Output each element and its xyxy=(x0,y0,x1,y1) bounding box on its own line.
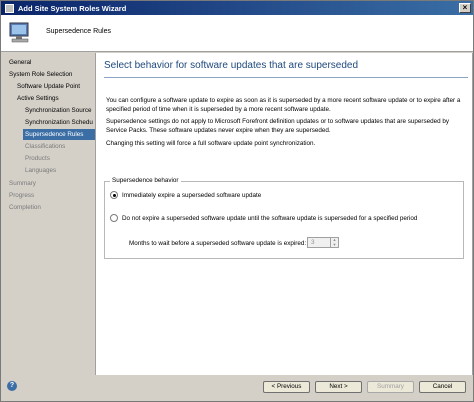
description-paragraph-2: Supersedence settings do not apply to Mi… xyxy=(106,118,450,134)
wizard-header: Supersedence Rules xyxy=(1,15,473,52)
group-legend: Supersedence behavior xyxy=(110,177,181,184)
summary-button[interactable]: Summary xyxy=(367,381,414,393)
sidebar-item-classifications[interactable]: Classifications xyxy=(25,141,93,152)
sidebar-item-completion[interactable]: Completion xyxy=(9,202,93,213)
sidebar-item-languages[interactable]: Languages xyxy=(25,165,93,176)
computer-icon xyxy=(9,22,29,43)
window-icon xyxy=(5,3,14,13)
sidebar-item-supersedence-rules[interactable]: Supersedence Rules xyxy=(23,129,95,140)
radio-delay-expire[interactable] xyxy=(110,214,118,222)
header-title: Supersedence Rules xyxy=(46,28,111,35)
stepper-down-icon[interactable]: ▼ xyxy=(331,242,338,248)
description-paragraph-3: Changing this setting will force a full … xyxy=(106,140,316,147)
sidebar-item-system-role-selection[interactable]: System Role Selection xyxy=(9,69,93,80)
months-label: Months to wait before a superseded softw… xyxy=(129,240,307,247)
page-title: Select behavior for software updates tha… xyxy=(104,60,359,71)
sidebar-item-synchronization-schedule[interactable]: Synchronization Schedule xyxy=(25,117,93,128)
previous-button[interactable]: < Previous xyxy=(263,381,310,393)
sidebar-item-progress[interactable]: Progress xyxy=(9,190,93,201)
option-delay-expire-label: Do not expire a superseded software upda… xyxy=(122,214,418,222)
option-delay-expire[interactable]: Do not expire a superseded software upda… xyxy=(110,214,417,222)
wizard-footer: ? < Previous Next > Summary Cancel xyxy=(7,375,473,401)
supersedence-behavior-group: Supersedence behavior Immediately expire… xyxy=(104,177,464,259)
wizard-window: Add Site System Roles Wizard × Supersede… xyxy=(0,0,474,402)
sidebar-item-software-update-point[interactable]: Software Update Point xyxy=(17,81,93,92)
next-button[interactable]: Next > xyxy=(315,381,362,393)
title-bar: Add Site System Roles Wizard × xyxy=(1,1,473,15)
months-value: 3 xyxy=(311,239,315,246)
radio-immediately-expire[interactable] xyxy=(110,191,118,199)
sidebar-item-active-settings[interactable]: Active Settings xyxy=(17,93,93,104)
sidebar-item-general[interactable]: General xyxy=(9,57,93,68)
description-paragraph-1: You can configure a software update to e… xyxy=(106,97,461,113)
close-button[interactable]: × xyxy=(459,3,471,13)
months-stepper[interactable]: 3 ▲ ▼ xyxy=(307,237,339,248)
stepper-buttons: ▲ ▼ xyxy=(330,238,338,247)
help-icon[interactable]: ? xyxy=(7,381,17,391)
cancel-button[interactable]: Cancel xyxy=(419,381,466,393)
sidebar-item-synchronization-source[interactable]: Synchronization Source xyxy=(25,105,93,116)
main-panel: Select behavior for software updates tha… xyxy=(95,53,473,375)
window-title: Add Site System Roles Wizard xyxy=(18,3,127,13)
wizard-sidebar: General System Role Selection Software U… xyxy=(1,53,95,401)
title-divider xyxy=(104,77,468,78)
sidebar-item-products[interactable]: Products xyxy=(25,153,93,164)
option-immediately-expire[interactable]: Immediately expire a superseded software… xyxy=(110,191,261,199)
sidebar-item-summary[interactable]: Summary xyxy=(9,178,93,189)
option-immediately-expire-label: Immediately expire a superseded software… xyxy=(122,191,262,199)
